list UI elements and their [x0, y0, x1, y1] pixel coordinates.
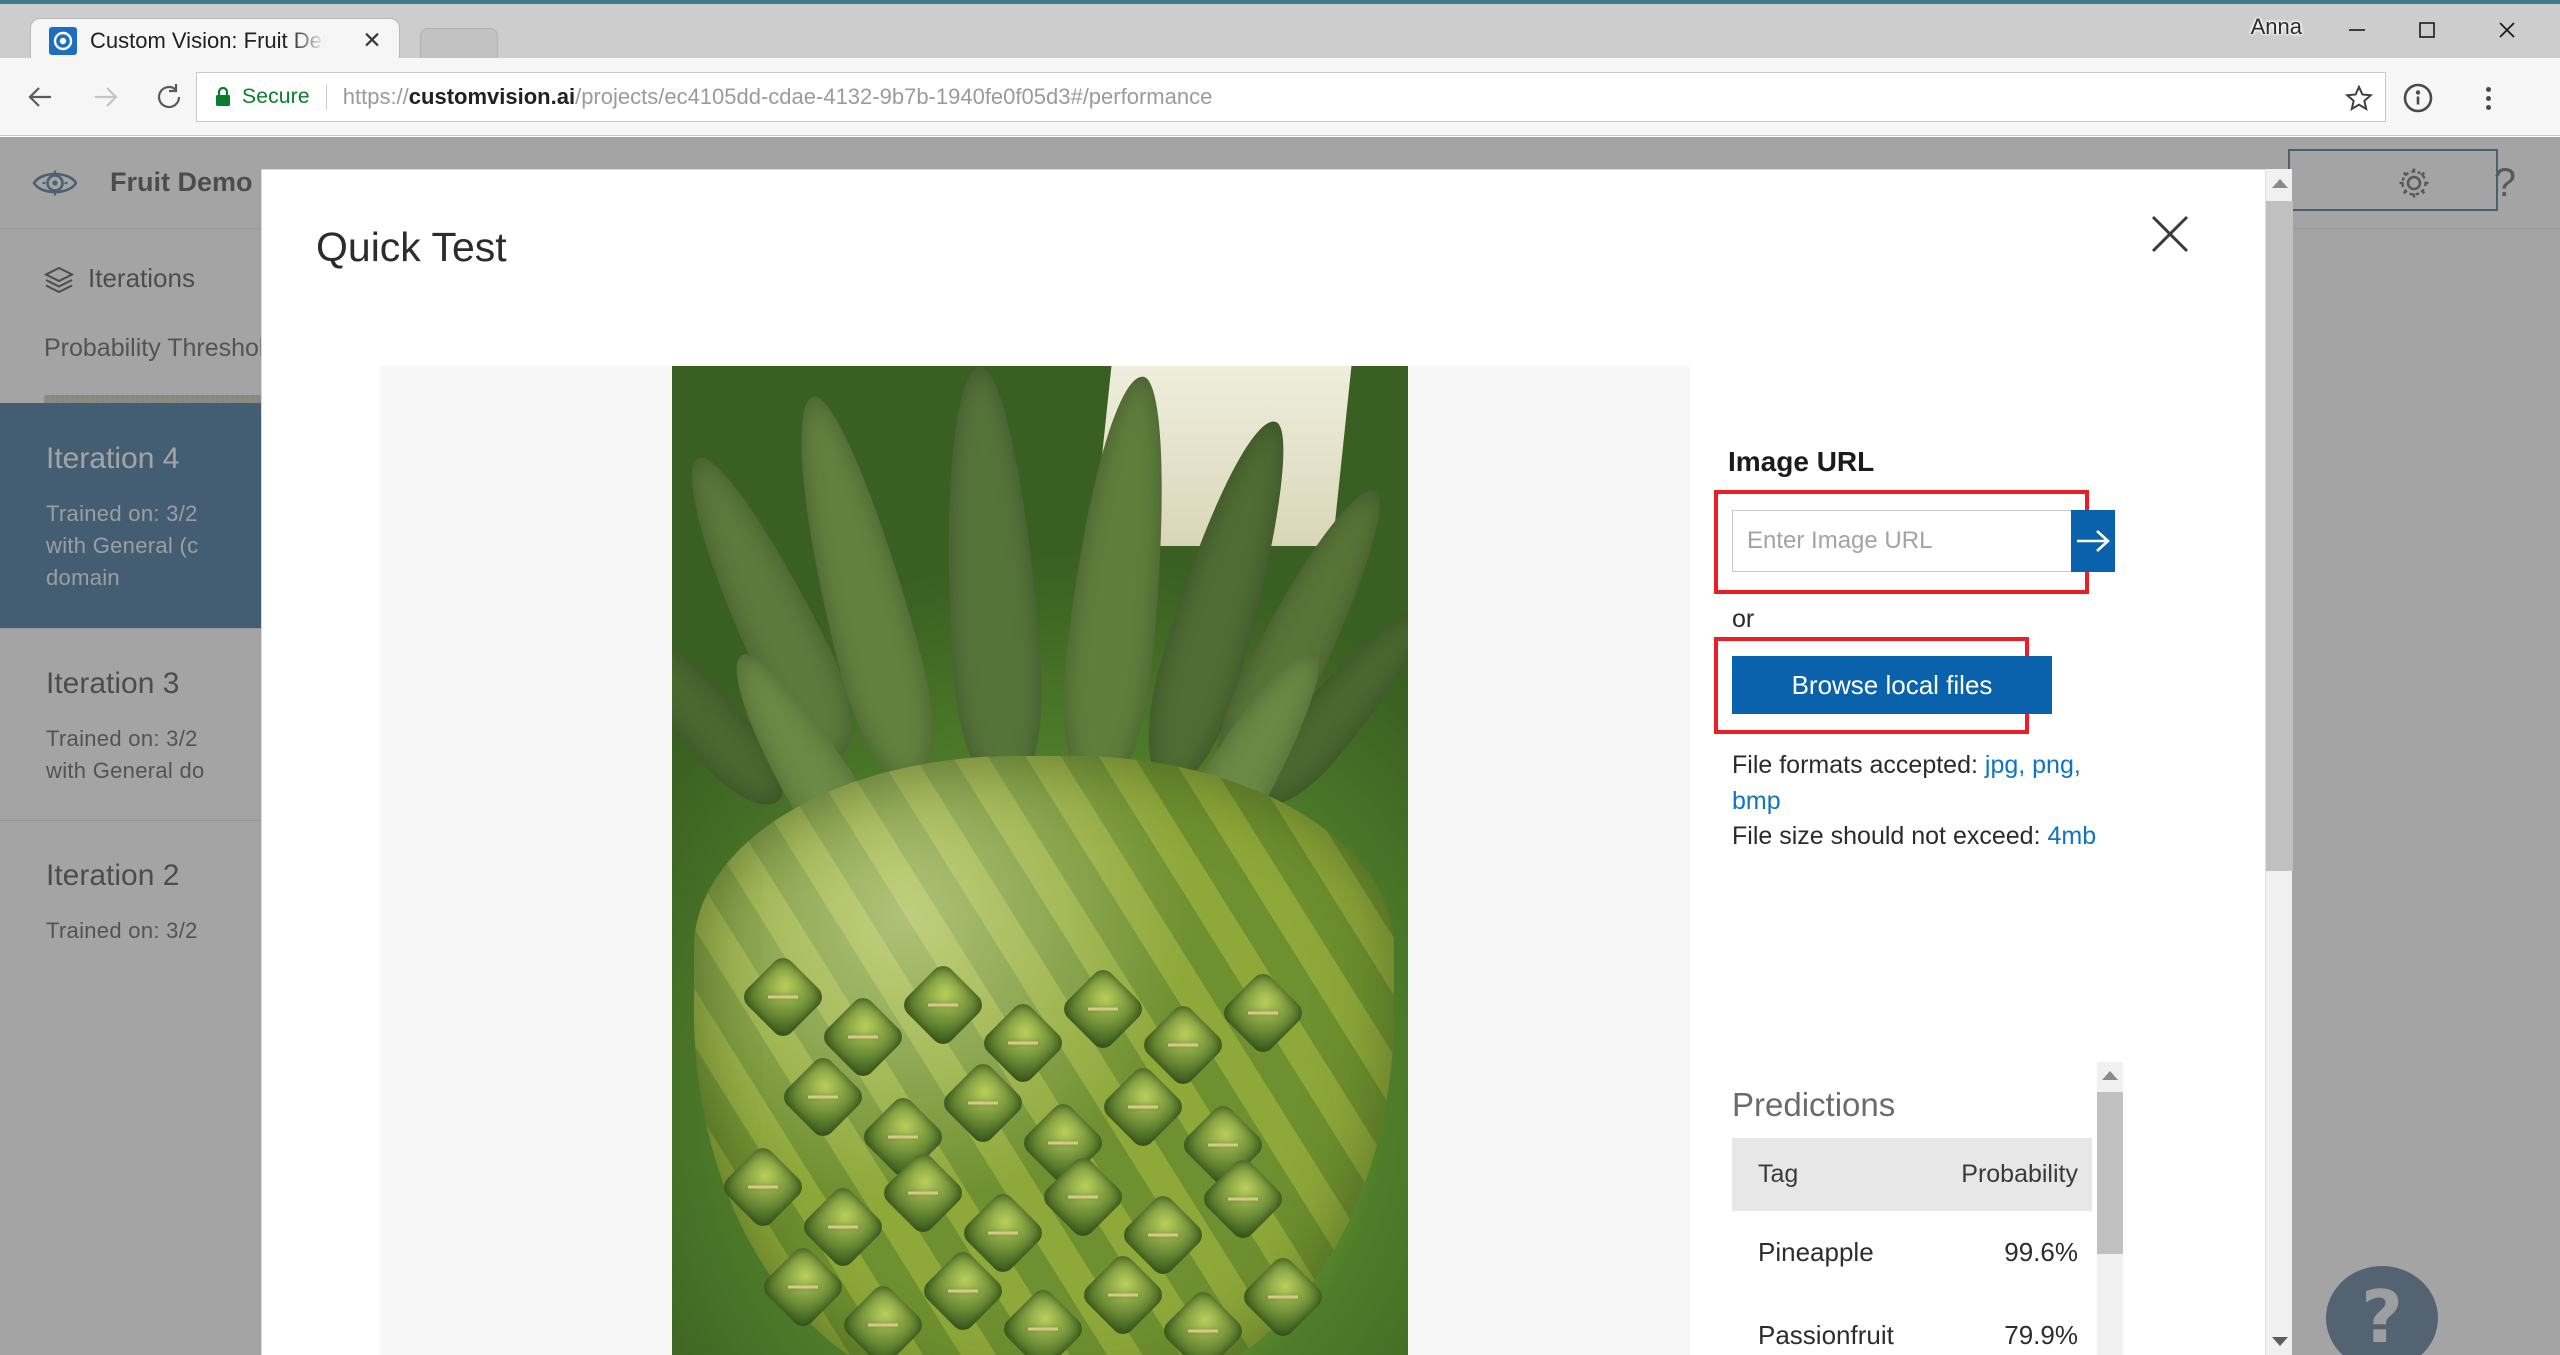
predictions-scrollbar[interactable]	[2097, 1062, 2123, 1355]
arrow-right-icon	[2077, 530, 2110, 552]
info-icon[interactable]	[2400, 80, 2436, 116]
file-size-value: 4mb	[2047, 822, 2097, 850]
scroll-up-icon[interactable]	[2097, 1062, 2123, 1088]
three-dot-menu-icon[interactable]	[2470, 80, 2506, 116]
omnibox-separator	[325, 84, 327, 110]
table-row: Passionfruit 79.9%	[1732, 1294, 2092, 1355]
window-maximize-button[interactable]	[2392, 4, 2462, 56]
submit-url-button[interactable]	[2071, 510, 2115, 572]
secure-label: Secure	[242, 85, 310, 108]
window-minimize-button[interactable]	[2322, 4, 2392, 56]
table-header-row: Tag Probability	[1732, 1138, 2092, 1211]
file-requirements: File formats accepted: jpg, png, bmp Fil…	[1732, 748, 2132, 855]
pineapple-photo	[672, 366, 1408, 1355]
cell-probability: 99.6%	[2004, 1237, 2078, 1267]
star-icon[interactable]	[2343, 82, 2375, 114]
predictions-heading: Predictions	[1732, 1086, 1896, 1123]
window-user-label[interactable]: Anna	[2251, 14, 2302, 40]
file-size-prefix: File size should not exceed:	[1732, 822, 2048, 850]
address-bar-url: https://customvision.ai/projects/ec4105d…	[343, 84, 1213, 110]
browser-tab-title: Custom Vision: Fruit Dem	[90, 27, 325, 53]
test-image-panel	[380, 366, 1690, 1355]
dialog-title: Quick Test	[316, 224, 507, 270]
browser-tab-active[interactable]: Custom Vision: Fruit Dem ✕	[30, 18, 400, 62]
new-tab-button[interactable]	[420, 28, 498, 62]
cell-tag: Passionfruit	[1758, 1320, 1894, 1350]
forward-arrow-icon	[78, 70, 132, 124]
quick-test-dialog: Quick Test Image URL Enter Image URL or …	[261, 169, 2288, 1355]
cell-probability: 79.9%	[2004, 1320, 2078, 1350]
reload-icon[interactable]	[142, 70, 196, 124]
scrollbar-thumb[interactable]	[2097, 1092, 2123, 1254]
back-arrow-icon[interactable]	[14, 70, 68, 124]
custom-vision-icon	[49, 26, 77, 55]
file-formats-prefix: File formats accepted:	[1732, 751, 1985, 779]
url-scheme: https://	[342, 84, 409, 109]
dialog-scrollbar[interactable]	[2265, 169, 2293, 1355]
menu-dot	[2485, 104, 2491, 110]
scroll-down-icon[interactable]	[2266, 1327, 2293, 1355]
close-icon[interactable]	[2142, 206, 2198, 262]
predictions-table: Tag Probability Pineapple 99.6% Passionf…	[1732, 1138, 2092, 1355]
column-header-tag: Tag	[1732, 1138, 1932, 1211]
or-label: or	[1732, 605, 1755, 633]
menu-dot	[2485, 86, 2491, 92]
scrollbar-thumb[interactable]	[2266, 201, 2293, 871]
tab-strip: Custom Vision: Fruit Dem ✕	[0, 4, 2200, 62]
browse-local-files-button[interactable]: Browse local files	[1732, 656, 2052, 714]
menu-dot	[2485, 95, 2491, 101]
table-row: Pineapple 99.6%	[1732, 1211, 2092, 1294]
address-bar[interactable]: Secure https://customvision.ai/projects/…	[196, 72, 2386, 122]
image-url-row	[1732, 510, 2115, 572]
url-path: /projects/ec4105dd-cdae-4132-9b7b-1940fe…	[575, 84, 1213, 109]
lock-icon	[213, 85, 233, 109]
window-close-button[interactable]	[2472, 4, 2542, 56]
browser-window: Custom Vision: Fruit Dem ✕ Anna Secure h…	[0, 0, 2560, 1355]
column-header-probability: Probability	[1931, 1138, 2092, 1211]
browser-toolbar: Secure https://customvision.ai/projects/…	[0, 58, 2560, 136]
tab-close-icon[interactable]: ✕	[359, 28, 385, 54]
browser-titlebar: Custom Vision: Fruit Dem ✕ Anna	[0, 0, 2560, 62]
cell-tag: Pineapple	[1758, 1237, 1874, 1267]
scroll-up-icon[interactable]	[2266, 169, 2293, 197]
image-url-label: Image URL	[1728, 446, 1875, 477]
url-host: customvision.ai	[408, 84, 576, 109]
image-url-input[interactable]	[1732, 510, 2071, 572]
